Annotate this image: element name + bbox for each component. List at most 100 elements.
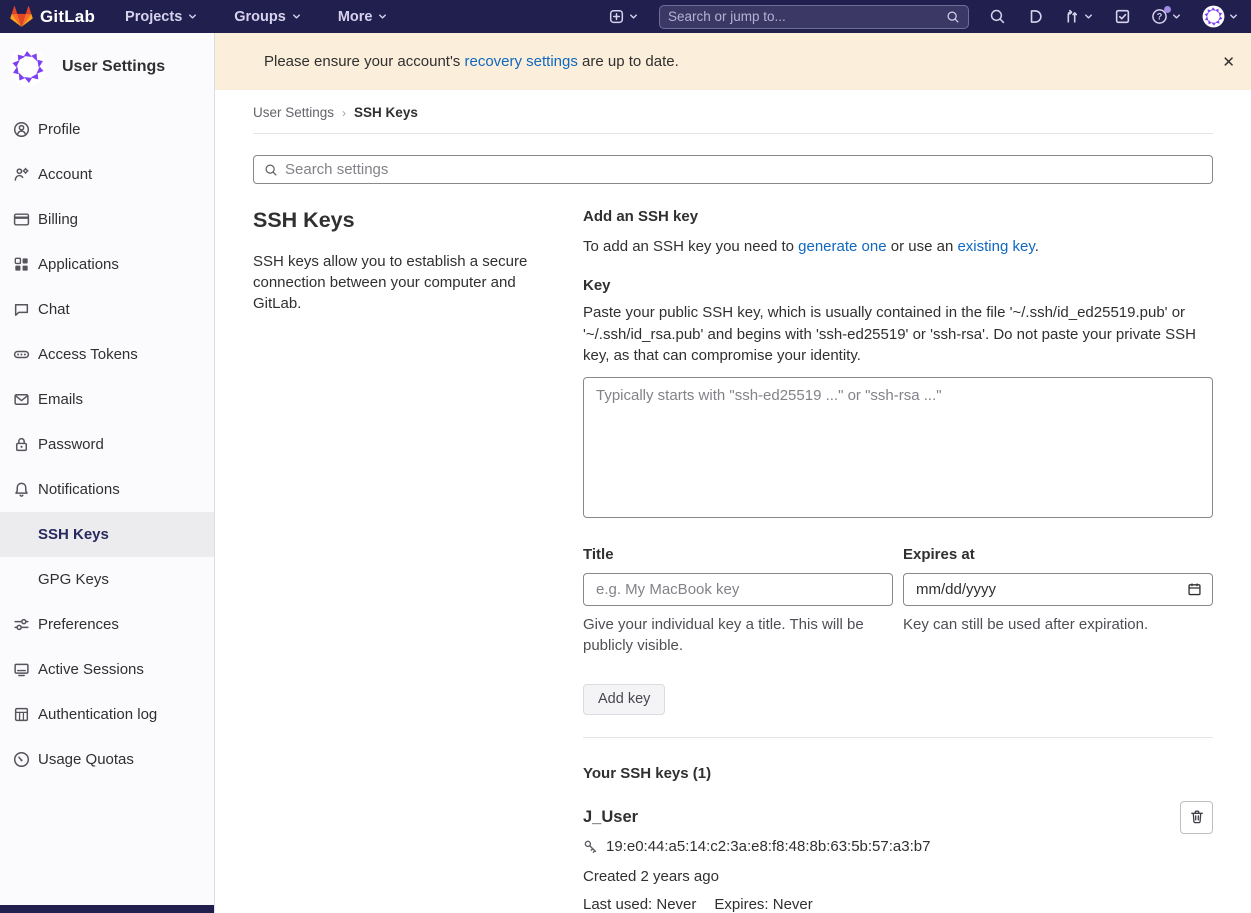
ssh-keys-icon [13,526,30,543]
breadcrumb-user-settings[interactable]: User Settings [253,105,334,120]
your-ssh-keys-heading: Your SSH keys (1) [583,765,1213,782]
todos-button[interactable] [1114,8,1131,25]
key-created: Created 2 years ago [583,868,1163,885]
sidebar-item-password[interactable]: Password [0,422,214,467]
sidebar-item-access-tokens[interactable]: Access Tokens [0,332,214,377]
delete-key-button[interactable] [1180,801,1213,834]
sidebar-item-gpg-keys[interactable]: GPG Keys [0,557,214,602]
close-icon[interactable]: ✕ [1222,53,1235,71]
nav-projects[interactable]: Projects [125,9,198,25]
expires-at-input[interactable]: mm/dd/yyyy [903,573,1213,606]
sidebar-item-active-sessions[interactable]: Active Sessions [0,647,214,692]
recovery-settings-link[interactable]: recovery settings [464,53,577,70]
chevron-down-icon [1171,11,1182,22]
usage-quotas-icon [13,751,30,768]
merge-request-icon [1063,8,1080,25]
breadcrumb-ssh-keys: SSH Keys [354,105,418,120]
add-ssh-key-heading: Add an SSH key [583,208,1213,225]
expires-at-label: Expires at [903,546,1213,563]
sidebar-item-billing[interactable]: Billing [0,197,214,242]
gitlab-logo[interactable]: GitLab [10,5,95,28]
sidebar-item-account[interactable]: Account [0,152,214,197]
password-icon [13,436,30,453]
key-textarea[interactable] [583,377,1213,518]
sidebar-item-applications[interactable]: Applications [0,242,214,287]
global-search[interactable] [659,5,969,29]
calendar-icon[interactable] [1187,582,1202,597]
recovery-settings-alert: Please ensure your account's recovery se… [215,33,1251,90]
top-navbar: GitLab Projects Groups More [0,0,1251,33]
nav-menu: Projects Groups More [125,9,388,25]
sidebar-item-chat[interactable]: Chat [0,287,214,332]
expires-help-text: Key can still be used after expiration. [903,614,1213,635]
account-icon [13,166,30,183]
sidebar-item-preferences[interactable]: Preferences [0,602,214,647]
alert-text: Please ensure your account's [264,53,464,70]
plus-icon [609,9,624,24]
chevron-down-icon [1083,11,1094,22]
help-menu-button[interactable] [1151,8,1182,25]
chevron-down-icon [291,11,302,22]
authentication-log-icon [13,706,30,723]
preferences-icon [13,616,30,633]
settings-search[interactable] [253,155,1213,184]
settings-search-input[interactable] [285,161,1202,178]
key-fingerprint: 19:e0:44:a5:14:c2:3a:e8:f8:48:8b:63:5b:5… [606,838,930,855]
generate-one-link[interactable]: generate one [798,238,886,255]
search-icon [946,10,960,24]
notifications-icon [13,481,30,498]
sidebar-item-usage-quotas[interactable]: Usage Quotas [0,737,214,782]
sidebar-item-ssh-keys[interactable]: SSH Keys [0,512,214,557]
chevron-down-icon [1228,11,1239,22]
logo-text: GitLab [40,7,95,27]
emails-icon [13,391,30,408]
issues-icon [1026,8,1043,25]
key-expires: Expires: Never [714,896,812,913]
search-button[interactable] [989,8,1006,25]
page-title: SSH Keys [253,208,540,233]
title-input[interactable] [583,573,893,606]
title-label: Title [583,546,893,563]
chat-icon [13,301,30,318]
chevron-down-icon [377,11,388,22]
nav-more[interactable]: More [338,9,389,25]
trash-icon [1189,809,1205,825]
search-icon [989,8,1006,25]
page-description: SSH keys allow you to establish a secure… [253,251,540,314]
key-icon [583,839,598,854]
profile-icon [13,121,30,138]
date-placeholder: mm/dd/yyyy [916,581,996,598]
avatar [1202,5,1225,28]
active-sessions-icon [13,661,30,678]
avatar [8,47,48,87]
sidebar-item-profile[interactable]: Profile [0,107,214,152]
title-help-text: Give your individual key a title. This w… [583,614,893,656]
gpg-keys-icon [13,571,30,588]
sidebar-title: User Settings [62,58,165,76]
chevron-down-icon [628,11,639,22]
merge-requests-button[interactable] [1063,8,1094,25]
access-tokens-icon [13,346,30,363]
sidebar-item-notifications[interactable]: Notifications [0,467,214,512]
sidebar-bottom-bar [0,905,214,913]
notification-dot [1164,6,1171,13]
search-icon [264,163,278,177]
existing-key-link[interactable]: existing key [957,238,1034,255]
breadcrumb: User Settings › SSH Keys [253,90,1213,134]
settings-sidebar: User Settings Profile Account Billing Ap… [0,33,215,913]
new-menu-button[interactable] [609,9,639,24]
breadcrumb-separator: › [342,106,346,120]
tanuki-icon [10,5,33,28]
nav-groups[interactable]: Groups [234,9,302,25]
key-label: Key [583,277,1213,294]
chevron-down-icon [187,11,198,22]
add-key-button[interactable]: Add key [583,684,665,715]
global-search-input[interactable] [668,9,938,24]
applications-icon [13,256,30,273]
divider [583,737,1213,738]
key-name-link[interactable]: J_User [583,808,638,826]
sidebar-item-authentication-log[interactable]: Authentication log [0,692,214,737]
user-menu-button[interactable] [1202,5,1239,28]
sidebar-item-emails[interactable]: Emails [0,377,214,422]
issues-button[interactable] [1026,8,1043,25]
